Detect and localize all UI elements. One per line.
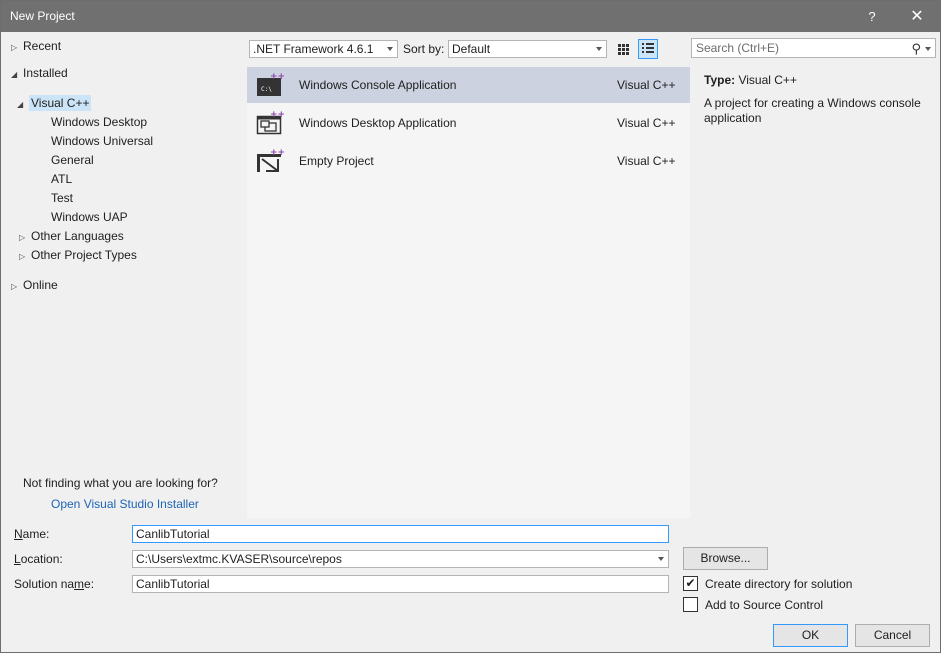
svg-text:C:\: C:\: [261, 86, 272, 93]
type-line: Type: Visual C++: [704, 73, 934, 88]
description-text: A project for creating a Windows console…: [704, 96, 921, 125]
tree-item-test[interactable]: Test: [51, 189, 73, 208]
name-label: Name:: [14, 527, 50, 541]
list-view-button[interactable]: [638, 39, 658, 59]
tree-node-label: Installed: [23, 66, 68, 80]
template-item-desktop-app[interactable]: ++ Windows Desktop Application Visual C+…: [247, 105, 690, 141]
template-description: Type: Visual C++ A project for creating …: [704, 73, 934, 126]
expanded-arrow-icon: ◢: [11, 70, 18, 79]
tree-node-visual-cpp[interactable]: ◢ Visual C++: [17, 94, 92, 113]
tree-node-installed[interactable]: ◢ Installed: [11, 64, 68, 83]
chevron-down-icon: [596, 47, 602, 51]
template-name: Windows Console Application: [299, 78, 457, 92]
template-item-empty-project[interactable]: ++ Empty Project Visual C++: [247, 143, 690, 179]
create-directory-checkbox[interactable]: ✔: [683, 576, 698, 591]
open-installer-link[interactable]: Open Visual Studio Installer: [51, 497, 199, 511]
template-language: Visual C++: [617, 78, 676, 92]
tree-node-other-languages[interactable]: ▷ Other Languages: [19, 227, 124, 246]
tree-item-windows-uap[interactable]: Windows UAP: [51, 208, 128, 227]
console-app-icon: C:\ ++: [257, 72, 284, 96]
cancel-button[interactable]: Cancel: [855, 624, 930, 647]
not-finding-text: Not finding what you are looking for?: [23, 476, 218, 490]
tree-node-other-project-types[interactable]: ▷ Other Project Types: [19, 246, 137, 265]
framework-value: .NET Framework 4.6.1: [253, 42, 374, 56]
collapsed-arrow-icon: ▷: [19, 252, 26, 261]
svg-text:++: ++: [270, 148, 284, 158]
tree-node-recent[interactable]: ▷ Recent: [11, 37, 61, 56]
chevron-down-icon: [925, 47, 931, 51]
dialog-title: New Project: [10, 9, 75, 23]
ok-button[interactable]: OK: [773, 624, 848, 647]
type-value: Visual C++: [738, 73, 797, 87]
chevron-down-icon: [387, 47, 393, 51]
collapsed-arrow-icon: ▷: [11, 43, 18, 52]
location-input[interactable]: C:\Users\extmc.KVASER\source\repos: [132, 550, 669, 568]
tree-item-windows-universal[interactable]: Windows Universal: [51, 132, 153, 151]
sort-by-label: Sort by:: [403, 42, 445, 56]
create-directory-label: Create directory for solution: [705, 577, 853, 591]
name-input[interactable]: CanlibTutorial: [132, 525, 669, 543]
empty-project-icon: ++: [257, 148, 284, 172]
add-source-control-label: Add to Source Control: [705, 598, 824, 612]
close-button[interactable]: ✕: [894, 1, 940, 32]
collapsed-arrow-icon: ▷: [11, 282, 18, 291]
tree-node-label: Recent: [23, 39, 62, 53]
new-project-dialog: New Project ? ✕ ▷ Recent ◢ Installed ◢ Visu…: [0, 0, 941, 653]
template-language: Visual C++: [617, 154, 676, 168]
solution-name-input[interactable]: CanlibTutorial: [132, 575, 669, 593]
template-tree: ▷ Recent ◢ Installed ◢ Visual C++ Windows D…: [1, 32, 246, 518]
sort-value: Default: [452, 42, 491, 56]
template-name: Empty Project: [299, 154, 374, 168]
tree-item-windows-desktop[interactable]: Windows Desktop: [51, 113, 147, 132]
tree-node-online[interactable]: ▷ Online: [11, 276, 58, 295]
help-button[interactable]: ?: [849, 1, 895, 32]
grid-view-icon: [618, 44, 629, 55]
search-icon: ⚲: [911, 41, 921, 56]
sort-by-dropdown[interactable]: Default: [448, 40, 607, 58]
title-bar: New Project ? ✕: [1, 1, 940, 32]
type-label: Type:: [704, 73, 736, 87]
solution-name-label: Solution name:: [14, 577, 95, 591]
tree-item-general[interactable]: General: [51, 151, 94, 170]
chevron-down-icon: [658, 557, 664, 561]
template-language: Visual C++: [617, 116, 676, 130]
search-placeholder: Search (Ctrl+E): [696, 41, 780, 55]
small-icons-view-button[interactable]: [613, 39, 633, 59]
svg-text:++: ++: [270, 72, 284, 82]
location-value: C:\Users\extmc.KVASER\source\repos: [136, 552, 342, 566]
location-label: Location:: [14, 552, 63, 566]
add-source-control-checkbox[interactable]: [683, 597, 698, 612]
search-templates-input[interactable]: Search (Ctrl+E) ⚲: [691, 38, 936, 58]
tree-node-label: Online: [23, 278, 58, 292]
framework-dropdown[interactable]: .NET Framework 4.6.1: [249, 40, 398, 58]
svg-text:++: ++: [270, 110, 284, 120]
expanded-arrow-icon: ◢: [17, 100, 24, 109]
desktop-app-icon: ++: [256, 110, 284, 135]
template-item-console-app[interactable]: C:\ ++ Windows Console Application Visua…: [247, 67, 690, 103]
template-list: C:\ ++ Windows Console Application Visua…: [247, 67, 690, 518]
browse-button[interactable]: Browse...: [683, 547, 768, 570]
tree-item-atl[interactable]: ATL: [51, 170, 72, 189]
collapsed-arrow-icon: ▷: [19, 233, 26, 242]
tree-node-label: Visual C++: [29, 95, 92, 111]
list-view-icon: [642, 43, 654, 53]
template-name: Windows Desktop Application: [299, 116, 457, 130]
tree-node-label: Other Project Types: [31, 248, 137, 262]
tree-node-label: Other Languages: [31, 229, 124, 243]
checkmark-icon: ✔: [685, 576, 696, 590]
